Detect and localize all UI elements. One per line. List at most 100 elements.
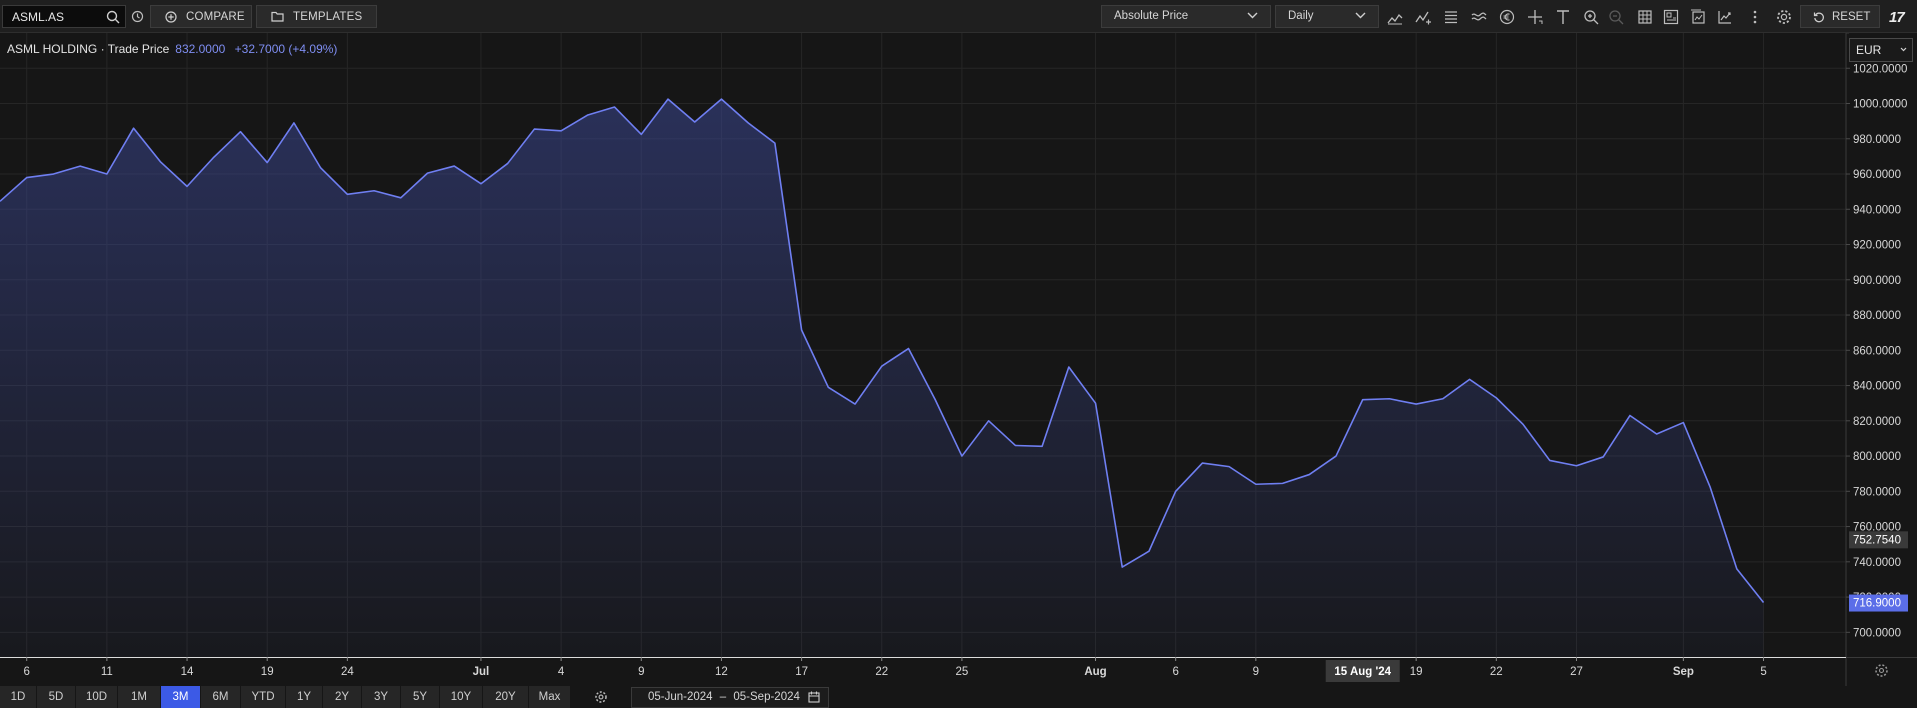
- layout-icon[interactable]: [1662, 8, 1680, 26]
- save-image-icon[interactable]: [1689, 8, 1707, 26]
- range-button-3m[interactable]: 3M: [161, 686, 201, 708]
- crosshair-icon[interactable]: [1526, 8, 1544, 26]
- y-tick-label: 880.0000: [1853, 310, 1901, 322]
- chevron-down-icon: [1247, 12, 1258, 19]
- y-tick-label: 780.0000: [1853, 486, 1901, 498]
- range-button-5y[interactable]: 5Y: [401, 686, 440, 708]
- fullscreen-icon[interactable]: [1716, 8, 1734, 26]
- interval-dropdown[interactable]: Daily: [1275, 5, 1379, 28]
- range-button-10d[interactable]: 10D: [76, 686, 118, 708]
- x-tick-label: Sep: [1673, 666, 1694, 678]
- x-tick-label: 19: [1410, 666, 1423, 678]
- symbol-search-box[interactable]: [2, 5, 126, 28]
- x-tick-label: 27: [1570, 666, 1583, 678]
- legend-name: ASML HOLDING · Trade Price: [7, 42, 170, 56]
- chevron-down-icon: [1900, 47, 1907, 52]
- date-range-picker[interactable]: 05-Jun-2024 – 05-Sep-2024: [631, 687, 829, 708]
- range-button-2y[interactable]: 2Y: [323, 686, 362, 708]
- table-view-icon[interactable]: [1636, 8, 1654, 26]
- x-axis-ticks: 6 11 14 19 24 Jul 4 9 12 17 22 25 Aug 6 9 19 22 27 Sep 5: [24, 657, 1767, 678]
- range-button-1m[interactable]: 1M: [118, 686, 161, 708]
- top-toolbar: COMPARE TEMPLATES Absolute Price Daily R…: [0, 0, 1917, 33]
- range-button-3y[interactable]: 3Y: [362, 686, 401, 708]
- x-tick-label: 5: [1760, 666, 1766, 678]
- history-icon[interactable]: [131, 10, 144, 23]
- currency-value: EUR: [1856, 43, 1882, 57]
- range-button-1y[interactable]: 1Y: [286, 686, 323, 708]
- settings-icon[interactable]: [1775, 8, 1793, 26]
- reset-label: RESET: [1832, 10, 1871, 23]
- range-button-10y[interactable]: 10Y: [440, 686, 483, 708]
- symbol-input[interactable]: [12, 10, 102, 24]
- templates-button[interactable]: TEMPLATES: [256, 5, 377, 28]
- y-tick-label: 900.0000: [1853, 275, 1901, 287]
- range-settings-icon[interactable]: [594, 690, 608, 704]
- x-tick-label: 4: [558, 666, 565, 678]
- x-tick-label: 11: [101, 666, 113, 678]
- x-tick-label: 17: [795, 666, 808, 678]
- legend-price: 832.0000: [175, 42, 226, 56]
- interval-value: Daily: [1288, 10, 1314, 22]
- reset-icon: [1813, 12, 1824, 22]
- y-tick-label: 920.0000: [1853, 240, 1901, 252]
- x-tick-label: 24: [341, 666, 354, 678]
- y-tick-label: 800.0000: [1853, 451, 1901, 463]
- x-tick-label: 22: [1490, 666, 1503, 678]
- y-tick-label: 860.0000: [1853, 345, 1901, 357]
- y-tick-label: 700.0000: [1853, 627, 1901, 639]
- search-icon[interactable]: [106, 10, 120, 24]
- y-tick-label: 740.0000: [1853, 557, 1901, 569]
- legend-change: +32.7000 (+4.09%): [234, 42, 338, 56]
- templates-label: TEMPLATES: [293, 10, 363, 23]
- compare-label: COMPARE: [186, 10, 245, 23]
- chevron-down-icon: [1355, 12, 1366, 19]
- x-tick-label: 14: [181, 666, 194, 678]
- range-button-max[interactable]: Max: [529, 686, 571, 708]
- x-tick-label: Jul: [473, 666, 490, 678]
- y-tick-label: 960.0000: [1853, 169, 1901, 181]
- price-type-value: Absolute Price: [1114, 10, 1189, 22]
- zoom-in-icon[interactable]: [1582, 8, 1600, 26]
- events-icon[interactable]: [1442, 8, 1460, 26]
- folder-icon: [271, 11, 284, 22]
- y-tick-label: 820.0000: [1853, 416, 1901, 428]
- text-tool-icon[interactable]: [1554, 8, 1572, 26]
- zoom-out-icon[interactable]: [1607, 8, 1625, 26]
- price-chart[interactable]: 700.0000720.0000740.0000760.0000780.0000…: [0, 33, 1917, 686]
- range-button-20y[interactable]: 20Y: [483, 686, 529, 708]
- tradingview-logo: 17: [1889, 9, 1905, 26]
- currency-icon[interactable]: [1498, 8, 1516, 26]
- x-tick-label: 19: [261, 666, 274, 678]
- y-tick-label: 840.0000: [1853, 381, 1901, 393]
- axis-settings-icon[interactable]: [1874, 663, 1889, 678]
- x-tick-label: 6: [24, 666, 30, 678]
- range-button-6m[interactable]: 6M: [201, 686, 241, 708]
- crosshair-date-label: 15 Aug '24: [1334, 666, 1391, 678]
- reset-button[interactable]: RESET: [1800, 5, 1880, 28]
- studies-icon[interactable]: [1470, 8, 1488, 26]
- x-tick-label: 9: [638, 666, 644, 678]
- x-tick-label: 22: [875, 666, 888, 678]
- calendar-icon: [808, 691, 820, 703]
- date-separator: –: [719, 691, 727, 703]
- range-button-5d[interactable]: 5D: [37, 686, 76, 708]
- range-button-ytd[interactable]: YTD: [241, 686, 286, 708]
- date-to: 05-Sep-2024: [733, 691, 800, 703]
- chart-style-icon[interactable]: [1386, 8, 1404, 26]
- range-button-1d[interactable]: 1D: [0, 686, 37, 708]
- y-tick-label: 980.0000: [1853, 134, 1901, 146]
- chart-legend: ASML HOLDING · Trade Price 832.0000 +32.7…: [7, 42, 337, 56]
- compare-button[interactable]: COMPARE: [150, 5, 252, 28]
- last-price-label: 716.9000: [1853, 598, 1901, 610]
- x-tick-label: Aug: [1084, 666, 1106, 678]
- y-tick-label: 940.0000: [1853, 204, 1901, 216]
- currency-dropdown[interactable]: EUR: [1849, 38, 1913, 62]
- price-type-dropdown[interactable]: Absolute Price: [1101, 5, 1271, 28]
- add-circle-icon: [165, 10, 177, 23]
- crosshair-price-label: 752.7540: [1853, 534, 1901, 546]
- more-icon[interactable]: [1746, 8, 1764, 26]
- x-tick-label: 12: [715, 666, 728, 678]
- x-tick-label: 6: [1172, 666, 1178, 678]
- y-tick-label: 1000.0000: [1853, 99, 1907, 111]
- indicators-icon[interactable]: [1414, 8, 1432, 26]
